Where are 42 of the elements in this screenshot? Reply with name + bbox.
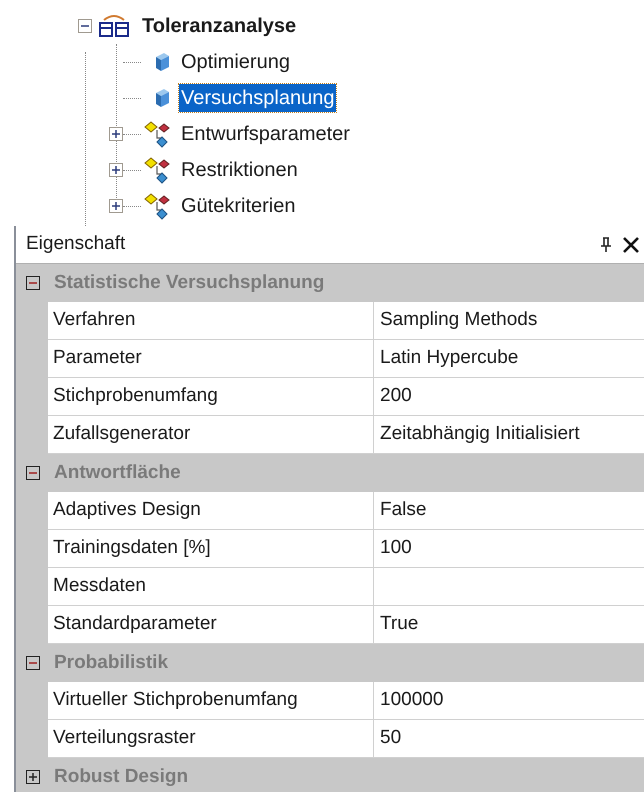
close-icon[interactable] [622, 236, 640, 254]
property-value[interactable]: Zeitabhängig Initialisiert [380, 420, 580, 449]
tree-item[interactable]: Toleranzanalyse [142, 11, 296, 41]
property-name: Adaptives Design [48, 492, 374, 529]
property-value[interactable]: 50 [380, 724, 402, 753]
tree-item[interactable]: Restriktionen [179, 156, 300, 184]
expand-icon[interactable] [109, 199, 123, 213]
property-value[interactable]: False [380, 496, 426, 525]
node-hierarchy-icon [143, 156, 171, 184]
property-name: Trainingsdaten [%] [48, 530, 374, 567]
property-value[interactable]: 100000 [380, 686, 444, 715]
tree-item[interactable]: Versuchsplanung [179, 84, 336, 112]
property-name: Stichprobenumfang [48, 378, 374, 415]
property-name: Virtueller Stichprobenumfang [48, 682, 374, 719]
cube-icon [153, 88, 171, 108]
property-name: Parameter [48, 340, 374, 377]
property-value[interactable]: Latin Hypercube [380, 344, 518, 373]
property-value[interactable]: 100 [380, 534, 412, 563]
tree-item[interactable]: Entwurfsparameter [179, 120, 352, 148]
property-name: Verfahren [48, 302, 374, 339]
property-name: Verteilungsraster [48, 720, 374, 757]
collapse-icon[interactable] [26, 656, 40, 670]
node-hierarchy-icon [143, 120, 171, 148]
collapse-icon[interactable] [78, 19, 92, 33]
property-value[interactable]: 200 [380, 382, 412, 411]
property-value[interactable]: True [380, 610, 418, 639]
expand-icon[interactable] [26, 770, 40, 784]
collapse-icon[interactable] [26, 466, 40, 480]
collapse-icon[interactable] [26, 276, 40, 290]
node-hierarchy-icon [143, 192, 171, 220]
expand-icon[interactable] [109, 163, 123, 177]
expand-icon[interactable] [109, 127, 123, 141]
property-name: Zufallsgenerator [48, 416, 374, 453]
tree-item[interactable]: Gütekriterien [179, 192, 298, 220]
property-value[interactable]: Sampling Methods [380, 306, 538, 335]
tree-item[interactable]: Optimierung [179, 48, 292, 76]
cube-icon [153, 52, 171, 72]
property-name: Messdaten [48, 568, 374, 605]
pin-icon[interactable] [600, 236, 612, 252]
property-name: Standardparameter [48, 606, 374, 643]
panel-title: Eigenschaft [26, 232, 126, 256]
window-pair-icon [98, 13, 130, 39]
